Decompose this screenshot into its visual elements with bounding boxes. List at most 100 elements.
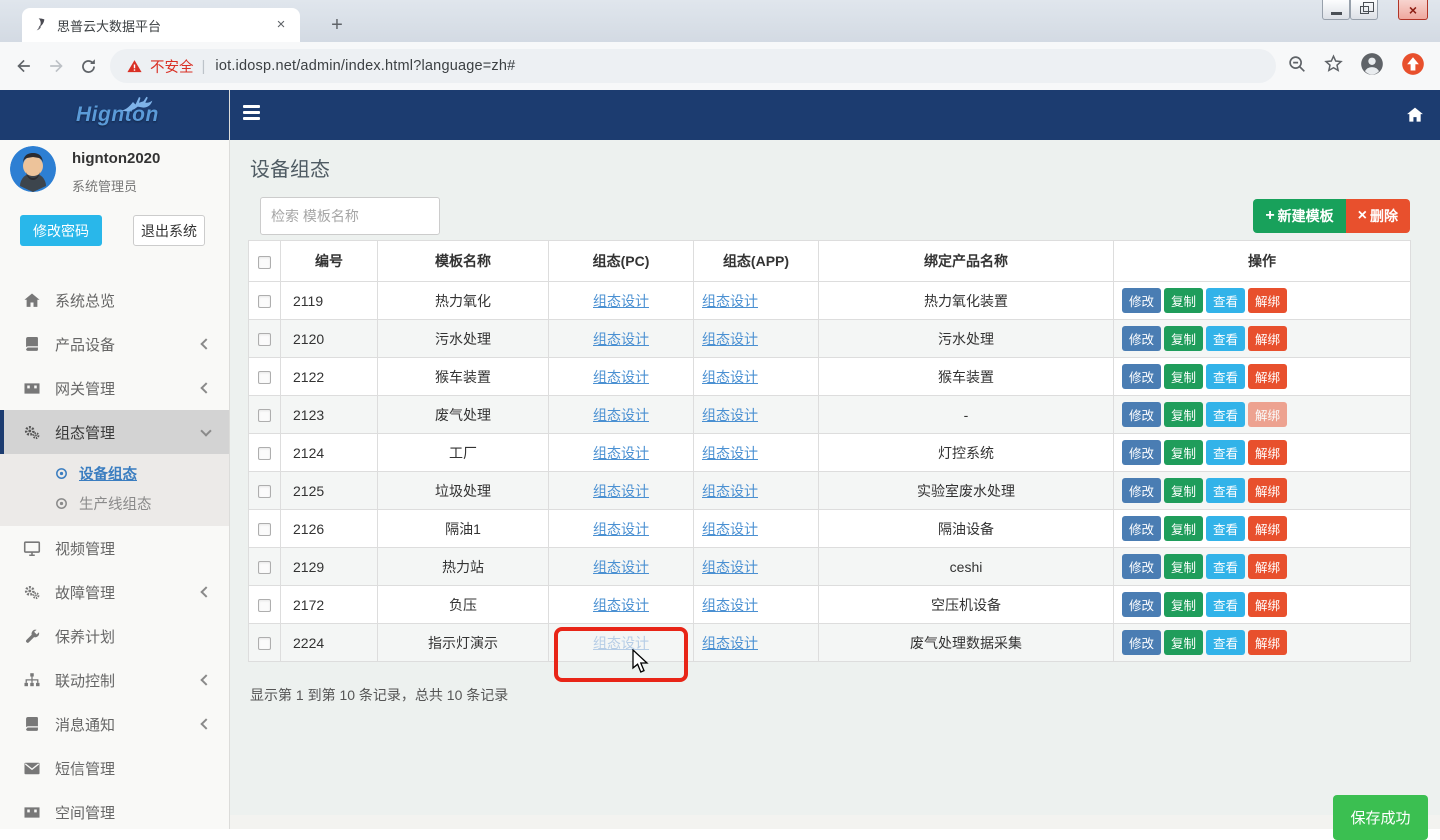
zoom-out-icon[interactable] [1286, 53, 1308, 80]
sidebar-item-config-management[interactable]: 组态管理 [0, 410, 229, 454]
copy-button[interactable]: 复制 [1164, 402, 1203, 427]
edit-button[interactable]: 修改 [1122, 326, 1161, 351]
address-bar[interactable]: 不安全 | iot.idosp.net/admin/index.html?lan… [110, 49, 1276, 83]
row-checkbox[interactable] [258, 561, 271, 574]
hamburger-menu-icon[interactable] [243, 105, 263, 125]
view-button[interactable]: 查看 [1206, 592, 1245, 617]
sidebar-item-message-notification[interactable]: 消息通知 [0, 702, 229, 746]
minimize-button[interactable] [1322, 0, 1350, 20]
app-config-link[interactable]: 组态设计 [702, 445, 758, 461]
copy-button[interactable]: 复制 [1164, 630, 1203, 655]
view-button[interactable]: 查看 [1206, 402, 1245, 427]
app-config-link[interactable]: 组态设计 [702, 635, 758, 651]
edit-button[interactable]: 修改 [1122, 478, 1161, 503]
copy-button[interactable]: 复制 [1164, 478, 1203, 503]
edit-button[interactable]: 修改 [1122, 554, 1161, 579]
copy-button[interactable]: 复制 [1164, 592, 1203, 617]
row-checkbox[interactable] [258, 295, 271, 308]
pc-config-link[interactable]: 组态设计 [593, 597, 649, 613]
sidebar-subitem-production-line-config[interactable]: 生产线组态 [0, 488, 229, 518]
unbind-button[interactable]: 解绑 [1248, 554, 1287, 579]
unbind-button[interactable]: 解绑 [1248, 630, 1287, 655]
row-checkbox[interactable] [258, 333, 271, 346]
pc-config-link[interactable]: 组态设计 [593, 369, 649, 385]
edit-button[interactable]: 修改 [1122, 288, 1161, 313]
row-checkbox[interactable] [258, 371, 271, 384]
restore-button[interactable] [1350, 0, 1378, 20]
back-button[interactable] [8, 50, 40, 82]
view-button[interactable]: 查看 [1206, 478, 1245, 503]
profile-avatar-icon[interactable] [1359, 51, 1385, 82]
tab-close-icon[interactable]: × [272, 16, 290, 34]
unbind-button[interactable]: 解绑 [1248, 440, 1287, 465]
view-button[interactable]: 查看 [1206, 288, 1245, 313]
row-checkbox[interactable] [258, 637, 271, 650]
app-config-link[interactable]: 组态设计 [702, 407, 758, 423]
app-config-link[interactable]: 组态设计 [702, 483, 758, 499]
row-checkbox[interactable] [258, 485, 271, 498]
copy-button[interactable]: 复制 [1164, 440, 1203, 465]
app-config-link[interactable]: 组态设计 [702, 559, 758, 575]
unbind-button[interactable]: 解绑 [1248, 364, 1287, 389]
app-config-link[interactable]: 组态设计 [702, 293, 758, 309]
sidebar-item-linkage-control[interactable]: 联动控制 [0, 658, 229, 702]
pc-config-link[interactable]: 组态设计 [593, 559, 649, 575]
reload-button[interactable] [72, 50, 104, 82]
view-button[interactable]: 查看 [1206, 516, 1245, 541]
bookmark-star-icon[interactable] [1323, 53, 1344, 79]
extension-upload-icon[interactable] [1400, 51, 1426, 82]
sidebar-item-sms-management[interactable]: 短信管理 [0, 746, 229, 790]
view-button[interactable]: 查看 [1206, 554, 1245, 579]
sidebar-item-maintenance-plan[interactable]: 保养计划 [0, 614, 229, 658]
view-button[interactable]: 查看 [1206, 440, 1245, 465]
view-button[interactable]: 查看 [1206, 326, 1245, 351]
unbind-button[interactable]: 解绑 [1248, 288, 1287, 313]
sidebar-item-product-device[interactable]: 产品设备 [0, 322, 229, 366]
change-password-button[interactable]: 修改密码 [20, 215, 102, 246]
sidebar-item-fault-management[interactable]: 故障管理 [0, 570, 229, 614]
edit-button[interactable]: 修改 [1122, 592, 1161, 617]
app-config-link[interactable]: 组态设计 [702, 597, 758, 613]
view-button[interactable]: 查看 [1206, 364, 1245, 389]
delete-button[interactable]: ×删除 [1346, 199, 1410, 233]
sidebar-subitem-device-config[interactable]: 设备组态 [0, 458, 229, 488]
app-config-link[interactable]: 组态设计 [702, 331, 758, 347]
copy-button[interactable]: 复制 [1164, 516, 1203, 541]
edit-button[interactable]: 修改 [1122, 440, 1161, 465]
browser-tab[interactable]: 思普云大数据平台 × [22, 8, 300, 42]
unbind-button[interactable]: 解绑 [1248, 326, 1287, 351]
unbind-button[interactable]: 解绑 [1248, 516, 1287, 541]
pc-config-link[interactable]: 组态设计 [593, 445, 649, 461]
logout-button[interactable]: 退出系统 [133, 215, 205, 246]
row-checkbox[interactable] [258, 523, 271, 536]
row-checkbox[interactable] [258, 409, 271, 422]
view-button[interactable]: 查看 [1206, 630, 1245, 655]
copy-button[interactable]: 复制 [1164, 326, 1203, 351]
search-input[interactable] [260, 197, 440, 235]
sidebar-item-gateway-management[interactable]: 网关管理 [0, 366, 229, 410]
sidebar-item-video-management[interactable]: 视频管理 [0, 526, 229, 570]
copy-button[interactable]: 复制 [1164, 364, 1203, 389]
new-tab-button[interactable]: + [324, 13, 350, 39]
select-all-checkbox[interactable] [258, 256, 271, 269]
close-button[interactable]: × [1398, 0, 1428, 20]
row-checkbox[interactable] [258, 447, 271, 460]
unbind-button[interactable]: 解绑 [1248, 478, 1287, 503]
unbind-button[interactable]: 解绑 [1248, 592, 1287, 617]
copy-button[interactable]: 复制 [1164, 554, 1203, 579]
pc-config-link[interactable]: 组态设计 [593, 331, 649, 347]
pc-config-link[interactable]: 组态设计 [593, 407, 649, 423]
sidebar-item-system-overview[interactable]: 系统总览 [0, 278, 229, 322]
pc-config-link[interactable]: 组态设计 [593, 483, 649, 499]
home-icon[interactable] [1405, 105, 1425, 125]
app-config-link[interactable]: 组态设计 [702, 369, 758, 385]
unbind-button[interactable]: 解绑 [1248, 402, 1287, 427]
copy-button[interactable]: 复制 [1164, 288, 1203, 313]
edit-button[interactable]: 修改 [1122, 630, 1161, 655]
pc-config-link[interactable]: 组态设计 [593, 293, 649, 309]
sidebar-item-space-management[interactable]: 空间管理 [0, 790, 229, 834]
forward-button[interactable] [40, 50, 72, 82]
edit-button[interactable]: 修改 [1122, 516, 1161, 541]
row-checkbox[interactable] [258, 599, 271, 612]
edit-button[interactable]: 修改 [1122, 402, 1161, 427]
